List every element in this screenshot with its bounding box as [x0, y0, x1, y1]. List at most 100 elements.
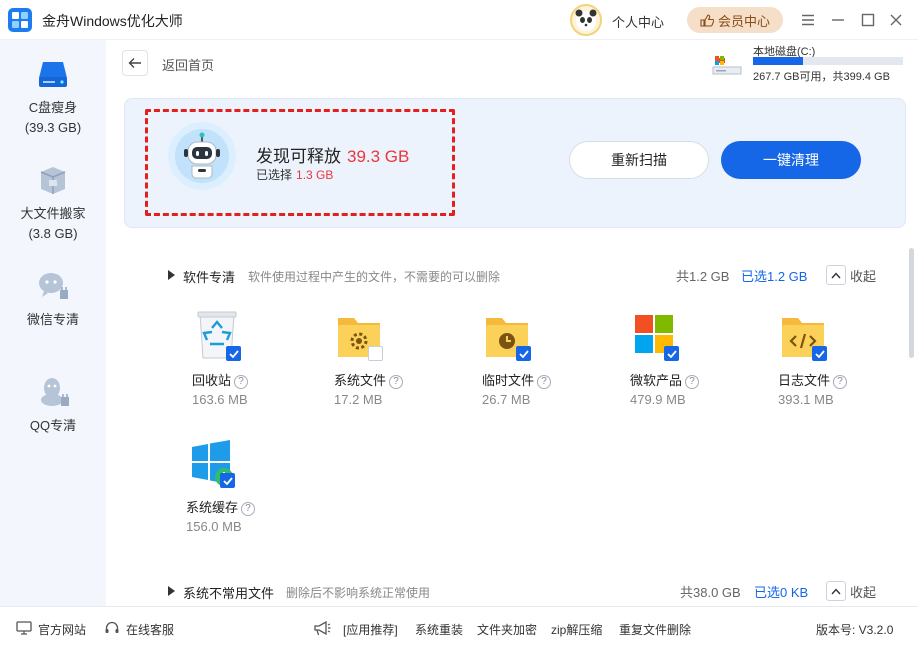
item-name: 系统文件 [334, 373, 387, 388]
item-size: 163.6 MB [192, 392, 248, 407]
minimize-icon [832, 19, 844, 21]
check-icon [518, 349, 529, 358]
clean-item-temp-files[interactable]: 临时文件? 26.7 MB [474, 310, 584, 420]
item-name: 系统缓存 [186, 500, 239, 515]
section-title: 系统不常用文件 [183, 586, 275, 601]
section-total: 共1.2 GB [676, 269, 730, 284]
item-name: 微软产品 [630, 373, 683, 388]
item-name-row: 微软产品? [630, 370, 700, 389]
item-name: 回收站 [192, 373, 232, 388]
section-software-clean: 软件专清 软件使用过程中产生的文件，不需要的可以删除 共1.2 GB 已选1.2… [168, 265, 888, 285]
item-checkbox[interactable] [516, 346, 531, 361]
item-checkbox[interactable] [226, 346, 241, 361]
found-value: 39.3 GB [347, 147, 410, 166]
collapse-button[interactable] [826, 265, 846, 285]
check-icon [228, 349, 239, 358]
box-icon [40, 167, 66, 194]
footer-link-folder-encrypt[interactable]: 文件夹加密 [477, 621, 537, 638]
section-selected: 已选1.2 GB [741, 269, 808, 284]
help-icon[interactable]: ? [685, 375, 700, 389]
sidebar-item-qq[interactable]: QQ专清 [0, 374, 106, 436]
maximize-button[interactable] [858, 10, 878, 30]
sidebar-item-large-files[interactable]: 大文件搬家 (3.8 GB) [0, 162, 106, 244]
menu-icon [802, 14, 814, 26]
help-icon[interactable]: ? [234, 375, 249, 389]
menu-button[interactable] [798, 10, 818, 30]
item-name-row: 临时文件? [482, 370, 552, 389]
item-checkbox[interactable] [812, 346, 827, 361]
footer-link-system-reinstall[interactable]: 系统重装 [415, 621, 463, 638]
item-checkbox[interactable] [664, 346, 679, 361]
selected-label: 已选择 [256, 168, 293, 182]
help-icon[interactable]: ? [833, 375, 848, 389]
sidebar-item-label: 大文件搬家 [20, 206, 86, 221]
item-size: 479.9 MB [630, 392, 686, 407]
official-website-link[interactable]: 官方网站 [38, 621, 86, 638]
section-unused-system-files: 系统不常用文件 删除后不影响系统正常使用 共38.0 GB 已选0 KB 收起 [168, 581, 888, 601]
sidebar-item-label: 微信专清 [26, 312, 79, 327]
main-panel: 返回首页 本地磁盘(C:) 267.7 GB可用，共399.4 GB 发现可释放… [106, 40, 918, 606]
item-name-row: 系统缓存? [186, 497, 256, 516]
item-checkbox[interactable] [368, 346, 383, 361]
version-label: 版本号: V3.2.0 [816, 623, 894, 637]
item-checkbox[interactable] [220, 473, 235, 488]
member-center-button[interactable]: 会员中心 [687, 7, 783, 33]
user-avatar[interactable] [570, 4, 602, 36]
footer: 官方网站 在线客服 [应用推荐] 系统重装 文件夹加密 zip解压缩 重复文件删… [0, 606, 918, 647]
section-desc: 删除后不影响系统正常使用 [286, 586, 431, 600]
scrollbar[interactable] [909, 248, 914, 358]
help-icon[interactable]: ? [241, 502, 256, 516]
section-total: 共38.0 GB [680, 585, 741, 600]
app-recommend-link[interactable]: [应用推荐] [343, 621, 398, 638]
expand-triangle-icon[interactable] [168, 586, 175, 596]
maximize-icon [861, 13, 875, 27]
back-home-link[interactable]: 返回首页 [162, 55, 214, 74]
clean-item-system-cache[interactable]: 系统缓存? 156.0 MB [178, 437, 288, 547]
collapse-label[interactable]: 收起 [850, 582, 876, 601]
sidebar-item-label: QQ专清 [29, 418, 77, 433]
clean-item-microsoft-products[interactable]: 微软产品? 479.9 MB [622, 310, 732, 420]
footer-link-duplicate-delete[interactable]: 重复文件删除 [619, 621, 691, 638]
personal-center-link[interactable]: 个人中心 [612, 12, 664, 31]
help-icon[interactable]: ? [389, 375, 404, 389]
collapse-button[interactable] [826, 581, 846, 601]
close-icon [890, 14, 902, 26]
item-name-row: 回收站? [192, 370, 249, 389]
minimize-button[interactable] [828, 10, 848, 30]
sidebar-item-wechat[interactable]: 微信专清 [0, 268, 106, 330]
title-bar: 金舟Windows优化大师 个人中心 会员中心 [0, 0, 918, 40]
back-button[interactable] [122, 50, 148, 76]
panda-icon [575, 9, 597, 31]
sidebar-item-sub: (39.3 GB) [24, 120, 82, 135]
thumbs-up-icon [700, 13, 714, 27]
item-name-row: 系统文件? [334, 370, 404, 389]
collapse-label[interactable]: 收起 [850, 266, 876, 285]
clean-item-system-files[interactable]: 系统文件? 17.2 MB [326, 310, 436, 420]
online-support-link[interactable]: 在线客服 [126, 621, 174, 638]
footer-link-zip[interactable]: zip解压缩 [551, 621, 602, 638]
chevron-up-icon [831, 587, 841, 594]
wechat-clean-icon [39, 273, 68, 299]
monitor-icon [16, 621, 32, 635]
one-click-clean-button[interactable]: 一键清理 [721, 141, 861, 179]
expand-triangle-icon[interactable] [168, 270, 175, 280]
qq-clean-icon [41, 378, 69, 406]
local-disk-icon [712, 56, 742, 75]
check-icon [814, 349, 825, 358]
sidebar-item-c-drive[interactable]: C盘瘦身 (39.3 GB) [0, 56, 106, 138]
app-title: 金舟Windows优化大师 [42, 13, 183, 29]
close-button[interactable] [886, 10, 906, 30]
item-name: 临时文件 [482, 373, 535, 388]
sidebar-item-label: C盘瘦身 [28, 100, 78, 115]
help-icon[interactable]: ? [537, 375, 552, 389]
rescan-button[interactable]: 重新扫描 [569, 141, 709, 179]
section-selected: 已选0 KB [754, 585, 809, 600]
selected-value: 1.3 GB [296, 168, 334, 182]
item-size: 17.2 MB [334, 392, 383, 407]
clean-item-recycle-bin[interactable]: 回收站? 163.6 MB [184, 310, 294, 420]
clean-item-log-files[interactable]: 日志文件? 393.1 MB [770, 310, 880, 420]
app-logo-icon [8, 8, 32, 32]
disk-usage-fill [753, 57, 803, 65]
scan-result-banner: 发现可释放 39.3 GB 已选择 1.3 GB 重新扫描 一键清理 [124, 98, 906, 228]
item-size: 156.0 MB [186, 519, 242, 534]
